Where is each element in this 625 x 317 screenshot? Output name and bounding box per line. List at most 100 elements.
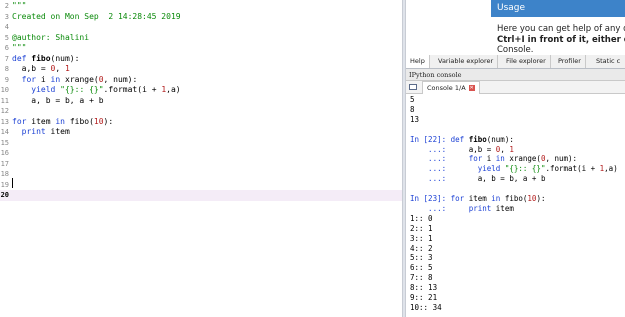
console-line: 7:: 8 <box>410 273 433 283</box>
console-tab-label: Console 1/A <box>427 84 466 92</box>
code-line[interactable]: 5 @author: Shalini <box>0 33 402 44</box>
code-line[interactable]: 4 <box>0 22 402 33</box>
tab-help[interactable]: Help <box>406 55 430 68</box>
code-line[interactable]: 7 def fibo(num): <box>0 54 402 65</box>
console-token: def <box>450 134 469 144</box>
code-line[interactable]: 12 <box>0 106 402 117</box>
console-token: ,a) <box>604 164 618 174</box>
console-token: ): <box>536 194 546 203</box>
console-token: 5:: 3 <box>410 253 433 263</box>
code-text: """ <box>12 43 26 54</box>
code-line[interactable]: 8 a,b = 0, 1 <box>0 64 402 75</box>
code-text: Created on Mon Sep 2 14:28:45 2019 <box>12 12 181 23</box>
code-line[interactable]: 19 <box>0 180 402 191</box>
console-token: 1 <box>509 144 514 154</box>
code-line[interactable]: 6 """ <box>0 43 402 54</box>
console-token: xrange( <box>509 154 541 164</box>
code-line[interactable]: 14 print item <box>0 127 402 138</box>
line-number: 2 <box>4 2 9 10</box>
code-line[interactable]: 9 for i in xrange(0, num): <box>0 75 402 86</box>
console-line: In [23]: for item in fibo(10): <box>410 194 545 204</box>
ipython-console-title: IPython console <box>406 69 625 81</box>
console-token: a,b = <box>468 144 496 154</box>
code-token: item <box>31 116 56 126</box>
tab-file-explorer[interactable]: File explorer <box>502 55 551 68</box>
help-tab-bar: Help Variable explorer File explorer Pro… <box>406 55 625 69</box>
line-number: 3 <box>4 12 9 21</box>
code-token: def <box>12 53 32 63</box>
console-token: .format(i + <box>545 164 600 174</box>
code-line[interactable]: 16 <box>0 148 402 159</box>
console-token: ...: <box>410 154 469 164</box>
code-editor[interactable]: 2 """ 3 Created on Mon Sep 2 14:28:45 2019 4… <box>0 0 402 317</box>
console-token: yield <box>477 164 505 174</box>
code-line[interactable]: 18 <box>0 169 402 180</box>
line-number: 16 <box>0 149 9 157</box>
code-text: for i in xrange(0, num): <box>12 74 138 86</box>
line-number: 14 <box>0 128 9 136</box>
code-token: print <box>12 127 51 136</box>
line-number: 8 <box>4 65 9 73</box>
console-token: fibo <box>468 134 487 144</box>
console-token: 3:: 1 <box>410 233 433 243</box>
tab-variable-explorer[interactable]: Variable explorer <box>434 55 499 68</box>
code-text: a, b = b, a + b <box>12 96 103 107</box>
code-token: xrange( <box>65 74 99 84</box>
code-token: ): <box>103 116 114 126</box>
line-number: 4 <box>4 23 9 31</box>
console-token: ...: <box>410 203 469 213</box>
console-line: ...: a,b = 0, 1 <box>410 145 514 155</box>
console-line: 13 <box>410 115 419 125</box>
code-line[interactable]: 3 Created on Mon Sep 2 14:28:45 2019 <box>0 12 402 23</box>
console-token: In [23]: <box>410 194 451 203</box>
code-token: in <box>50 74 65 84</box>
console-token: (num): <box>486 134 514 144</box>
code-token: @author: Shalini <box>12 32 90 42</box>
ipython-console[interactable]: 5 8 13 In [22]: def fibo(num): ...: a,b = 0… <box>406 94 625 317</box>
tab-static-code-analysis[interactable]: Static c <box>592 55 624 68</box>
line-number: 12 <box>0 107 9 115</box>
console-line: 2:: 1 <box>410 224 433 234</box>
console-line: 9:: 21 <box>410 293 437 303</box>
console-token: 8 <box>410 104 415 114</box>
help-text-line-3: Console. <box>497 45 534 55</box>
folder-icon[interactable] <box>409 84 417 90</box>
code-line[interactable]: 2 """ <box>0 1 402 12</box>
line-number: 17 <box>0 159 9 168</box>
console-token: item <box>495 203 514 213</box>
text-caret <box>12 178 13 188</box>
console-token: 6:: 5 <box>410 263 433 273</box>
code-line[interactable]: 15 <box>0 138 402 149</box>
code-token: 10 <box>93 116 104 126</box>
code-token: """ <box>12 43 27 52</box>
line-number: 18 <box>0 170 9 178</box>
console-line: 5:: 3 <box>410 253 433 263</box>
console-token: , num): <box>545 154 578 164</box>
console-token: for <box>450 194 469 203</box>
code-line[interactable]: 17 <box>0 159 402 170</box>
code-text: def fibo(num): <box>12 54 79 65</box>
tab-profiler[interactable]: Profiler <box>554 55 586 68</box>
console-token: i <box>486 154 496 164</box>
code-line[interactable]: 20 <box>0 190 402 201</box>
code-token: """ <box>12 1 27 10</box>
console-line: ...: yield "{}:: {}".format(i + 1,a) <box>410 164 618 174</box>
line-number: 10 <box>0 86 9 94</box>
console-token: for <box>468 154 487 164</box>
close-icon[interactable]: ✕ <box>468 85 475 91</box>
console-token: ...: <box>410 164 478 174</box>
code-line[interactable]: 11 a, b = b, a + b <box>0 96 402 107</box>
console-token: print <box>468 203 496 213</box>
console-line: ...: for i in xrange(0, num): <box>410 154 577 164</box>
console-line: 4:: 2 <box>410 244 433 254</box>
console-token: 10:: 34 <box>410 302 442 312</box>
code-line[interactable]: 13 for item in fibo(10): <box>0 117 402 128</box>
console-token: item <box>468 194 492 203</box>
code-line[interactable]: 10 yield "{}:: {}".format(i + 1,a) <box>0 85 402 96</box>
console-line: ...: print item <box>410 204 514 214</box>
console-token: , <box>500 144 510 154</box>
console-token: fibo( <box>504 194 528 203</box>
help-text-line-1: Here you can get help of any obj <box>497 24 625 34</box>
code-token: , <box>55 64 65 73</box>
tab-console-1a[interactable]: Console 1/A ✕ <box>422 81 480 94</box>
